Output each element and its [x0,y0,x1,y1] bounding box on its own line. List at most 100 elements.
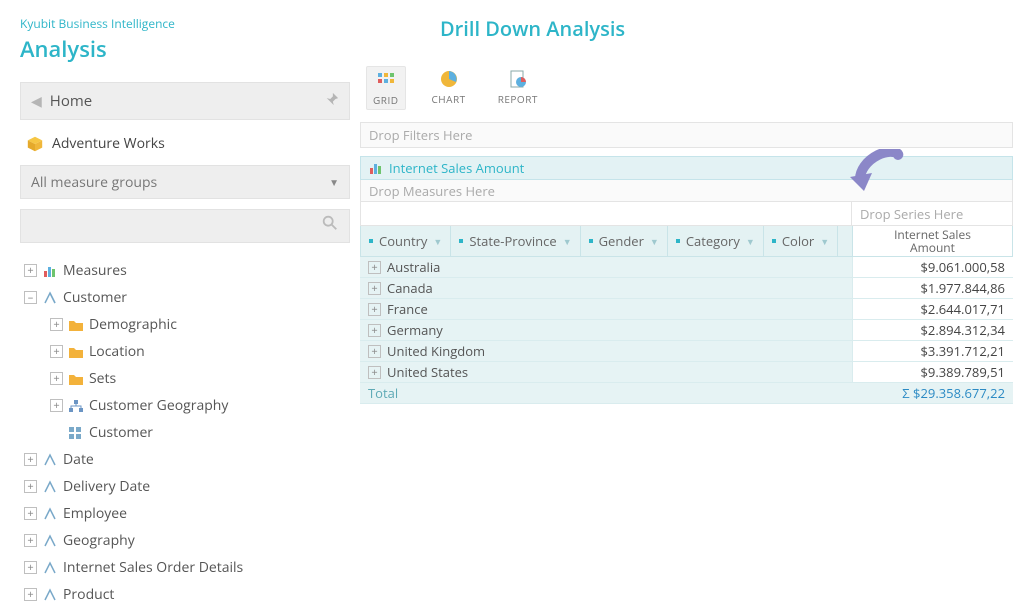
expand-icon[interactable]: + [50,318,63,331]
expand-icon[interactable]: + [368,324,381,337]
chevron-down-icon: ▼ [650,235,659,248]
search-input[interactable] [31,218,321,234]
tree-node-measures[interactable]: + Measures [20,257,350,284]
dimension-icon [43,534,57,548]
attribute-icon [69,427,83,439]
row-label: Germany [387,321,443,339]
tree-node-geography[interactable]: + Geography [20,527,350,554]
cube-label: Adventure Works [52,134,165,153]
tree-node-delivery-date[interactable]: + Delivery Date [20,473,350,500]
search-icon [321,214,339,238]
measures-drop-label: Drop Measures Here [369,182,495,200]
tree-node-demographic[interactable]: + Demographic [20,311,350,338]
metric-column-header[interactable]: Internet Sales Amount [852,226,1012,256]
expand-icon[interactable]: + [368,303,381,316]
dim-chip-color[interactable]: Color ▼ [764,226,838,256]
tree-node-date[interactable]: + Date [20,446,350,473]
row-label: United States [387,363,468,381]
filters-drop-zone[interactable]: Drop Filters Here [360,122,1013,148]
category-drop-zone[interactable] [361,202,852,225]
folder-icon [69,319,83,331]
expand-icon[interactable]: + [368,261,381,274]
dim-chip-label: Country [379,232,427,250]
expand-icon[interactable]: + [24,264,37,277]
dimension-icon [43,480,57,494]
expand-icon[interactable]: + [50,372,63,385]
row-value: $1.977.844,86 [853,278,1013,298]
expand-icon[interactable]: + [24,534,37,547]
row-label-cell[interactable]: + Germany [360,320,853,340]
tree-node-employee[interactable]: + Employee [20,500,350,527]
dim-chip-gender[interactable]: Gender▼ [581,226,668,256]
tree-label: Date [63,450,94,469]
tree-node-customer[interactable]: – Customer [20,284,350,311]
tree-label: Geography [63,531,135,550]
measures-drop-zone[interactable]: Drop Measures Here [360,180,1013,202]
row-label-cell[interactable]: +France [360,299,853,319]
expand-icon[interactable]: + [50,345,63,358]
expand-icon[interactable]: + [368,366,381,379]
expand-icon[interactable]: + [24,507,37,520]
tree-label: Demographic [89,315,177,334]
dimension-icon [43,561,57,575]
sidebar: Kyubit Business Intelligence Analysis ◀ … [20,15,350,610]
table-row: +United Kingdom$3.391.712,21 [360,341,1013,362]
dim-chip-state-province[interactable]: State-Province▼ [451,226,580,256]
sidebar-search[interactable] [20,209,350,243]
tree-label: Employee [63,504,127,523]
measures-icon [43,264,57,278]
tree-node-location[interactable]: + Location [20,338,350,365]
row-label-cell[interactable]: +Canada [360,278,853,298]
dimension-header-row: Country▼ State-Province▼ Gender▼ Categor… [360,226,1013,257]
viewmode-chart-button[interactable]: CHART [426,66,472,110]
folder-icon [69,373,83,385]
cube-label-row[interactable]: Adventure Works [20,134,350,153]
filters-drop-label: Drop Filters Here [369,126,473,144]
row-label-cell[interactable]: + United States [360,362,853,382]
expand-icon[interactable]: + [368,282,381,295]
expand-icon[interactable]: + [24,561,37,574]
dimension-icon [43,453,57,467]
folder-icon [69,346,83,358]
expand-icon[interactable]: + [24,453,37,466]
breadcrumb-home-bar[interactable]: ◀ Home [20,82,350,120]
tree-node-customer-leaf[interactable]: + Customer [20,419,350,446]
tree-node-customer-geography[interactable]: + Customer Geography [20,392,350,419]
expand-icon[interactable]: + [24,588,37,601]
tree-node-isod[interactable]: + Internet Sales Order Details [20,554,350,581]
dim-chip-country[interactable]: Country▼ [361,226,451,256]
active-measure-chip[interactable]: Internet Sales Amount [360,156,1013,180]
row-label-cell[interactable]: +United Kingdom [360,341,853,361]
expand-icon[interactable]: + [368,345,381,358]
chevron-down-icon: ▼ [329,175,339,189]
dimension-icon [43,507,57,521]
tree-node-product[interactable]: + Product [20,581,350,608]
measure-group-select[interactable]: All measure groups ▼ [20,165,350,199]
tree-label: Delivery Date [63,477,150,496]
cube-icon [26,135,44,153]
report-icon [508,70,528,88]
series-drop-zone[interactable]: Drop Series Here [852,202,1012,225]
dim-chip-category[interactable]: Category▼ [668,226,764,256]
viewmode-report-button[interactable]: REPORT [492,66,544,110]
collapse-icon[interactable]: – [24,291,37,304]
chevron-down-icon: ▼ [820,235,829,248]
expand-icon[interactable]: + [50,399,63,412]
grid-icon [376,71,396,89]
row-label: Australia [387,258,440,276]
dim-chip-label: Color [782,232,814,250]
expand-icon[interactable]: + [24,480,37,493]
pin-icon[interactable] [325,91,339,111]
hierarchy-icon [69,400,83,412]
tree-label: Customer Geography [89,396,228,415]
dim-chip-label: Category [686,232,740,250]
tree-node-sets[interactable]: + Sets [20,365,350,392]
dimension-icon [43,291,57,305]
row-value: $2.894.312,34 [853,320,1013,340]
row-label-cell[interactable]: + Australia [360,257,853,277]
metric-header-line2: Amount [910,239,955,256]
viewmode-grid-button[interactable]: GRID [366,66,406,110]
measure-group-value: All measure groups [31,173,157,192]
dim-chip-label: State-Province [469,232,556,250]
total-label: Total [360,383,853,403]
